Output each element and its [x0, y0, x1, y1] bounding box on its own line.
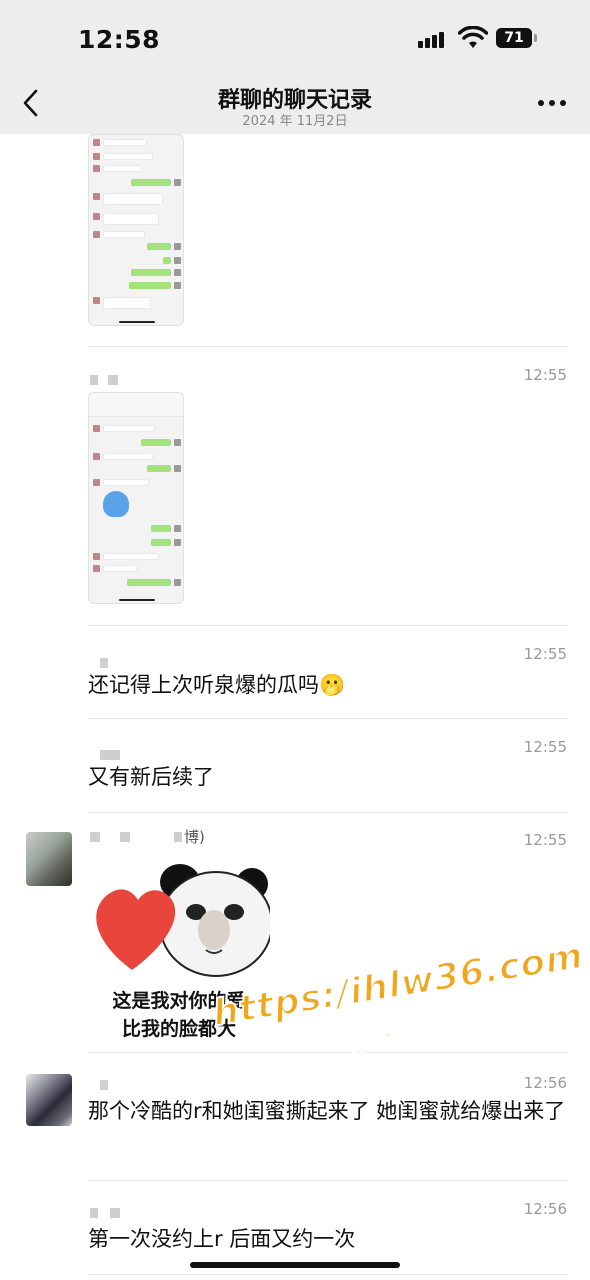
chat-screenshot-image[interactable]	[88, 392, 184, 604]
message-timestamp: 12:56	[523, 1200, 567, 1218]
home-indicator[interactable]	[190, 1262, 400, 1268]
message-timestamp: 12:55	[523, 645, 567, 663]
battery-icon	[534, 34, 537, 42]
message-timestamp: 12:56	[523, 1074, 567, 1092]
sender-name-redacted: 博)	[90, 828, 210, 846]
panda-heart-face-image	[96, 864, 270, 977]
page-subtitle-date: 2024 年 11月2日	[242, 114, 348, 129]
message-timestamp: 12:55	[523, 366, 567, 384]
message-divider	[88, 1180, 568, 1181]
message-timestamp: 12:55	[523, 738, 567, 756]
battery-level: 71	[496, 28, 532, 48]
avatar[interactable]	[26, 1074, 72, 1126]
chat-history-list[interactable]: 12:55 12:55 还记得上次听泉爆的瓜吗🫢 12:55 又有新后续了 博)…	[0, 134, 590, 1280]
chat-screenshot-image[interactable]	[88, 134, 184, 326]
avatar[interactable]	[26, 832, 72, 886]
message-text: 那个冷酷的r和她闺蜜撕起来了 她闺蜜就给爆出来了	[88, 1099, 566, 1123]
message-divider	[88, 625, 568, 626]
message-text: 又有新后续了	[88, 765, 214, 789]
message-divider	[88, 718, 568, 719]
message-divider	[88, 346, 568, 347]
sender-name-fragment: 博)	[184, 828, 205, 846]
message-timestamp: 12:55	[523, 831, 567, 849]
cellular-signal-icon	[418, 30, 450, 48]
message-text: 还记得上次听泉爆的瓜吗🫢	[88, 673, 346, 697]
wifi-icon	[458, 26, 488, 48]
top-bar: 12:58 71 群聊的聊天记录 2024 年 11月2日	[0, 0, 590, 134]
more-options-icon[interactable]	[538, 100, 566, 108]
message-text: 第一次没约上r 后面又约一次	[88, 1227, 356, 1251]
message-divider	[88, 1274, 568, 1275]
message-divider	[88, 812, 568, 813]
status-time: 12:58	[78, 25, 161, 54]
